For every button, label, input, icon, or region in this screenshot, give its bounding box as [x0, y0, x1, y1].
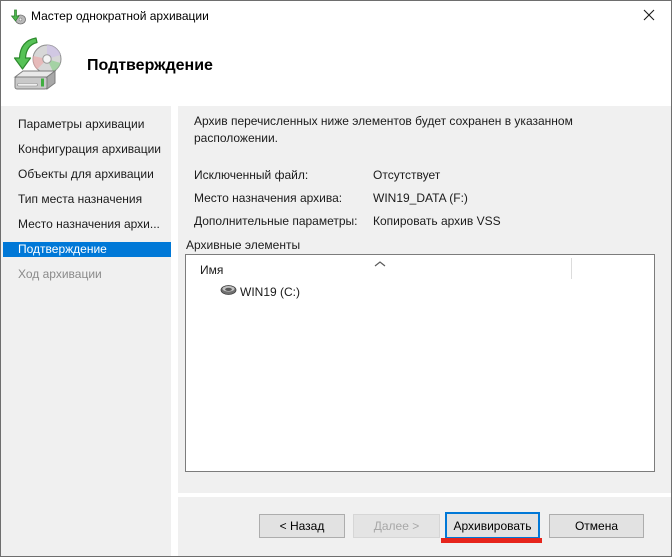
- step-backup-items[interactable]: Объекты для архивации: [3, 167, 171, 182]
- close-icon: [643, 9, 655, 24]
- titlebar: Мастер однократной архивации: [1, 1, 671, 32]
- cancel-button[interactable]: Отмена: [549, 514, 644, 538]
- page-title: Подтверждение: [87, 57, 213, 75]
- backup-app-icon: [10, 9, 26, 25]
- backup-drive-icon: [11, 36, 65, 96]
- next-button: Далее >: [353, 514, 440, 538]
- field-value-destination: WIN19_DATA (F:): [373, 187, 501, 210]
- back-button[interactable]: < Назад: [259, 514, 345, 538]
- step-destination-type[interactable]: Тип места назначения: [3, 192, 171, 207]
- field-label-destination: Место назначения архива:: [194, 187, 373, 210]
- list-item[interactable]: WIN19 (C:): [186, 283, 652, 300]
- sidebar-content-divider: [171, 106, 178, 556]
- backup-items-label: Архивные элементы: [186, 238, 300, 252]
- step-backup-destination[interactable]: Место назначения архи...: [3, 217, 171, 232]
- window-title: Мастер однократной архивации: [31, 1, 209, 32]
- step-backup-configuration[interactable]: Конфигурация архивации: [3, 142, 171, 157]
- wizard-steps: Параметры архивации Конфигурация архивац…: [3, 117, 171, 282]
- summary-fields: Исключенный файл: Отсутствует Место назн…: [194, 164, 501, 233]
- field-label-excluded-file: Исключенный файл:: [194, 164, 373, 187]
- backup-button[interactable]: Архивировать: [445, 512, 540, 539]
- sort-ascending-icon: [374, 256, 386, 270]
- wizard-window: Мастер однократной архивации: [0, 0, 672, 557]
- backup-items-list: Имя WIN19 (C:): [185, 254, 655, 472]
- field-value-excluded-file: Отсутствует: [373, 164, 501, 187]
- column-separator: [571, 258, 572, 279]
- column-header-label: Имя: [200, 263, 223, 277]
- list-item-label: WIN19 (C:): [240, 285, 300, 299]
- close-button[interactable]: [626, 1, 671, 32]
- step-backup-progress: Ход архивации: [3, 267, 171, 282]
- step-backup-options[interactable]: Параметры архивации: [3, 117, 171, 132]
- intro-text: Архив перечисленных ниже элементов будет…: [194, 113, 646, 147]
- field-value-advanced-options: Копировать архив VSS: [373, 210, 501, 233]
- column-header-name[interactable]: Имя: [186, 255, 654, 281]
- step-confirmation[interactable]: Подтверждение: [3, 242, 171, 257]
- footer-divider: [178, 493, 671, 497]
- field-label-advanced-options: Дополнительные параметры:: [194, 210, 373, 233]
- annotation-red-underline: [441, 538, 542, 543]
- disk-icon: [220, 284, 240, 299]
